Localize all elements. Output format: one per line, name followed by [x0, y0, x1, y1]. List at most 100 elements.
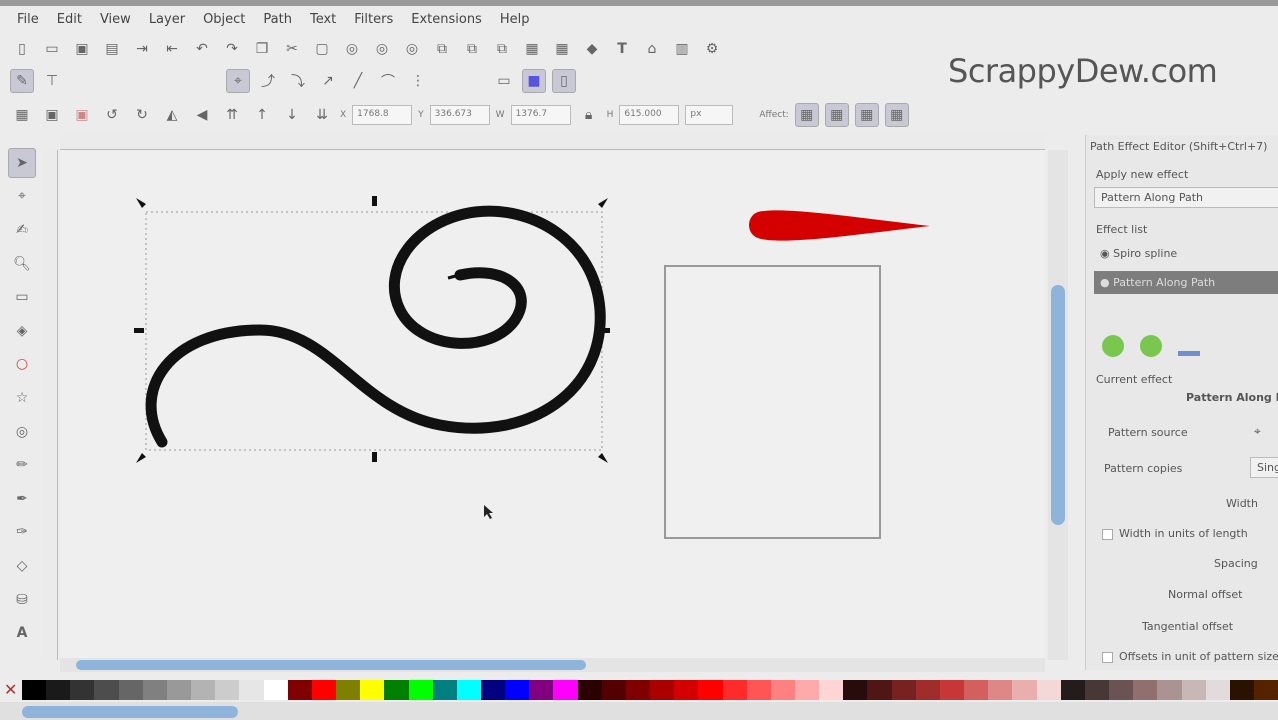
- rect-tool-icon[interactable]: ▭: [8, 282, 36, 312]
- zoom-tool-icon[interactable]: 🔍︎: [8, 249, 36, 279]
- palette-swatch[interactable]: [674, 680, 699, 700]
- effect-list-item-selected[interactable]: ● Pattern Along Path: [1094, 271, 1278, 294]
- calligraphy-tool-icon[interactable]: ✑: [8, 518, 36, 548]
- spiral-tool-icon[interactable]: ◎: [8, 417, 36, 447]
- menu-filters[interactable]: Filters: [345, 12, 402, 27]
- palette-swatch[interactable]: [1109, 680, 1134, 700]
- redo-icon[interactable]: ↷: [220, 37, 244, 61]
- palette-swatch[interactable]: [1205, 680, 1230, 700]
- palette-swatch[interactable]: [867, 680, 892, 700]
- palette-swatch[interactable]: [843, 680, 868, 700]
- selection-handles[interactable]: [134, 196, 610, 463]
- palette-swatch[interactable]: [553, 680, 578, 700]
- text-font-icon[interactable]: T: [610, 37, 634, 61]
- duplicate-icon[interactable]: ⧉: [430, 37, 454, 61]
- tweak-tool-icon[interactable]: ✍: [8, 215, 36, 245]
- palette-scroll-thumb[interactable]: [22, 706, 238, 718]
- width-input[interactable]: 1376.7: [510, 105, 571, 125]
- menu-layer[interactable]: Layer: [140, 12, 194, 27]
- palette-swatch[interactable]: [650, 680, 675, 700]
- clone-icon[interactable]: ⧉: [460, 37, 484, 61]
- palette-swatch[interactable]: [819, 680, 844, 700]
- pen-tool-icon-2[interactable]: ✒: [8, 484, 36, 514]
- select-all-icon[interactable]: ▦: [10, 103, 34, 127]
- effect-list-item[interactable]: ◉ Spiro spline: [1094, 243, 1278, 264]
- pattern-copies-select[interactable]: Single: [1250, 457, 1278, 478]
- horizontal-scrollbar[interactable]: [60, 658, 1045, 672]
- palette-swatch[interactable]: [142, 680, 167, 700]
- palette-swatch[interactable]: [360, 680, 385, 700]
- palette-swatch[interactable]: [215, 680, 240, 700]
- paint-bucket-tool-icon[interactable]: ⛁: [8, 585, 36, 615]
- eraser-tool-icon[interactable]: ◇: [8, 551, 36, 581]
- palette-swatch[interactable]: [964, 680, 989, 700]
- palette-swatch[interactable]: [118, 680, 143, 700]
- no-paint-icon[interactable]: ✕: [4, 680, 17, 699]
- palette-swatch[interactable]: [915, 680, 940, 700]
- palette-swatch[interactable]: [770, 680, 795, 700]
- deselect-icon[interactable]: ▣: [70, 103, 94, 127]
- save-icon[interactable]: ▣: [70, 37, 94, 61]
- paste-icon[interactable]: ▢: [310, 37, 334, 61]
- x-input[interactable]: 1768.8: [352, 105, 413, 125]
- horizontal-scroll-thumb[interactable]: [76, 660, 586, 670]
- segment-line-icon[interactable]: ╱: [346, 69, 370, 93]
- xml-editor-icon[interactable]: ⌂: [640, 37, 664, 61]
- export-icon[interactable]: ⇤: [160, 37, 184, 61]
- node-tool-icon[interactable]: ⌖: [8, 182, 36, 212]
- edit-clip-icon[interactable]: ▯: [552, 69, 576, 93]
- unlink-clone-icon[interactable]: ⧉: [490, 37, 514, 61]
- palette-swatch[interactable]: [263, 680, 288, 700]
- palette-swatch[interactable]: [336, 680, 361, 700]
- palette-swatch[interactable]: [311, 680, 337, 700]
- palette-swatch[interactable]: [22, 680, 47, 700]
- segment-curve-icon[interactable]: ⌒: [376, 69, 400, 93]
- palette-swatch[interactable]: [1133, 680, 1158, 700]
- palette-swatch[interactable]: [891, 680, 916, 700]
- move-up-icon[interactable]: [1102, 335, 1124, 357]
- palette-swatch[interactable]: [287, 680, 312, 700]
- checkbox[interactable]: [1102, 651, 1113, 663]
- palette-swatch[interactable]: [191, 680, 216, 700]
- fill-stroke-icon[interactable]: ◆: [580, 37, 604, 61]
- pencil-tool-icon[interactable]: ✏: [8, 450, 36, 480]
- show-outline-icon[interactable]: ▭: [492, 69, 516, 93]
- palette-swatch[interactable]: [1229, 680, 1254, 700]
- palette-swatch[interactable]: [480, 680, 506, 700]
- palette-swatch[interactable]: [239, 680, 264, 700]
- flip-vertical-icon[interactable]: ◀: [190, 103, 214, 127]
- menu-path[interactable]: Path: [254, 12, 301, 27]
- lower-icon[interactable]: ↓: [280, 103, 304, 127]
- palette-swatch[interactable]: [795, 680, 820, 700]
- checkbox[interactable]: [1102, 528, 1113, 540]
- select-all-layers-icon[interactable]: ▣: [40, 103, 64, 127]
- text-tool-icon[interactable]: A: [8, 618, 36, 648]
- palette-swatch[interactable]: [1084, 680, 1110, 700]
- palette-swatch[interactable]: [1157, 680, 1182, 700]
- node-smooth-icon[interactable]: ⤴: [256, 69, 280, 93]
- palette-swatch[interactable]: [988, 680, 1013, 700]
- new-icon[interactable]: ▯: [10, 37, 34, 61]
- offsets-unit-checkbox[interactable]: Offsets in unit of pattern size: [1102, 650, 1278, 663]
- cut-icon[interactable]: ✂: [280, 37, 304, 61]
- menu-text[interactable]: Text: [301, 12, 345, 27]
- affect-corners-icon[interactable]: ▦: [824, 103, 849, 127]
- palette-swatch[interactable]: [601, 680, 626, 700]
- 3dbox-tool-icon[interactable]: ◈: [8, 316, 36, 346]
- zoom-page-icon[interactable]: ◎: [400, 37, 424, 61]
- palette-swatch[interactable]: [625, 680, 651, 700]
- height-input[interactable]: 615.000: [619, 105, 680, 125]
- palette-swatch[interactable]: [505, 680, 530, 700]
- apply-effect-select[interactable]: Pattern Along Path: [1094, 187, 1278, 208]
- palette-swatch[interactable]: [746, 680, 771, 700]
- preferences-icon[interactable]: ⚙: [700, 37, 724, 61]
- width-units-checkbox[interactable]: Width in units of length: [1102, 527, 1248, 540]
- raise-top-icon[interactable]: ⇈: [220, 103, 244, 127]
- show-handles-icon[interactable]: ⋮: [406, 69, 430, 93]
- pen-tool-icon[interactable]: ✎: [10, 69, 34, 93]
- palette-swatch[interactable]: [432, 680, 457, 700]
- palette-swatch[interactable]: [408, 680, 433, 700]
- palette-swatch[interactable]: [46, 680, 71, 700]
- palette-swatch[interactable]: [1253, 680, 1278, 700]
- affect-stroke-icon[interactable]: ▦: [794, 103, 819, 127]
